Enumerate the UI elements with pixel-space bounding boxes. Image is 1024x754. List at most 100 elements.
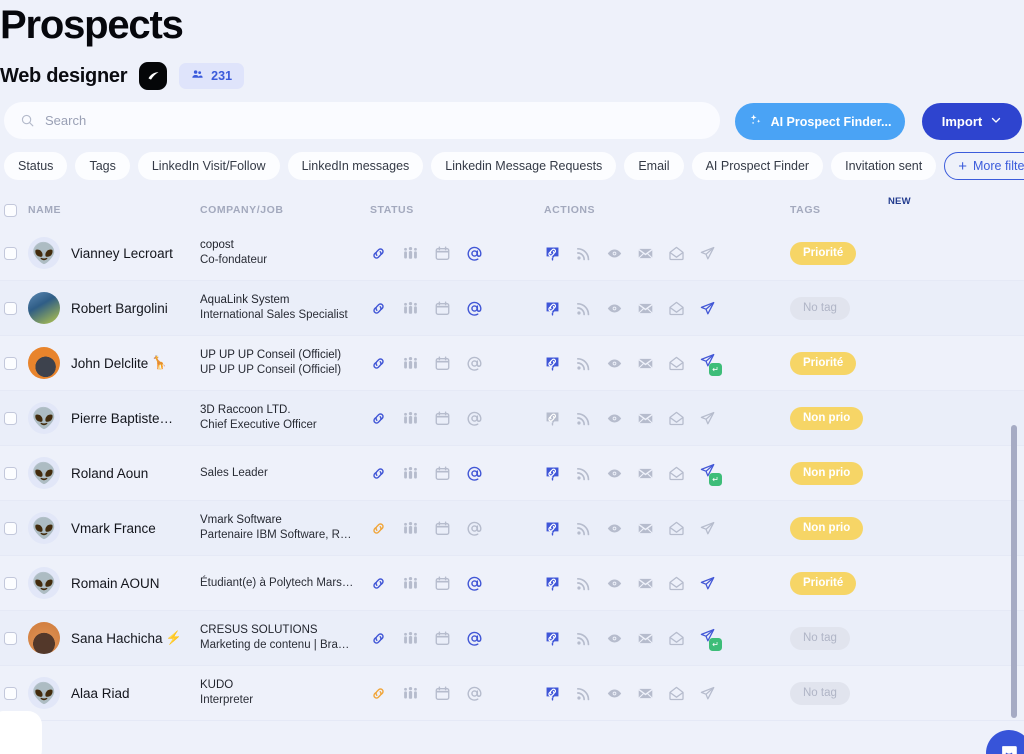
table-scrollbar-thumb[interactable] (1011, 425, 1017, 718)
connections-icon[interactable] (402, 520, 419, 537)
table-row[interactable]: 👽 Romain AOUN Étudiant(e) à Polytech Mar… (0, 556, 1024, 611)
row-checkbox[interactable] (4, 576, 17, 590)
send-email-icon[interactable] (637, 575, 654, 592)
email-at-icon[interactable] (466, 685, 483, 702)
filter-chip-ai-prospect-finder[interactable]: AI Prospect Finder (691, 152, 824, 180)
send-email-icon[interactable] (637, 630, 654, 647)
send-message-icon[interactable] (699, 575, 716, 592)
table-row[interactable]: 👽 Roland Aoun Sales Leader ↵ Non prio (0, 446, 1024, 501)
profile-link-icon[interactable] (370, 685, 387, 702)
table-row[interactable]: 👽 Vmark France Vmark Software Partenaire … (0, 501, 1024, 556)
open-email-icon[interactable] (668, 685, 685, 702)
profile-link-icon[interactable] (370, 410, 387, 427)
rss-follow-icon[interactable] (575, 685, 592, 702)
send-icon-wrapper[interactable]: ↵ (699, 627, 722, 651)
visit-eye-icon[interactable] (606, 520, 623, 537)
send-message-icon[interactable]: ↵ (699, 462, 722, 486)
avatar[interactable] (28, 347, 60, 379)
table-row[interactable]: 👽 Vianney Lecroart copost Co-fondateur P… (0, 226, 1024, 281)
email-at-icon[interactable] (466, 630, 483, 647)
row-checkbox[interactable] (4, 686, 17, 700)
linkedin-note-icon[interactable] (544, 630, 561, 647)
avatar[interactable]: 👽 (28, 512, 60, 544)
rss-follow-icon[interactable] (575, 575, 592, 592)
row-checkbox[interactable] (4, 411, 17, 425)
tag-badge[interactable]: Non prio (790, 406, 864, 430)
visit-eye-icon[interactable] (606, 355, 623, 372)
visit-eye-icon[interactable] (606, 300, 623, 317)
tag-badge[interactable]: No tag (790, 626, 850, 650)
linkedin-note-icon[interactable] (544, 520, 561, 537)
filter-chip-tags[interactable]: Tags (75, 152, 130, 180)
connections-icon[interactable] (402, 465, 419, 482)
search-input[interactable]: Search (4, 102, 720, 139)
linkedin-note-icon[interactable] (544, 465, 561, 482)
app-logo-icon[interactable] (139, 62, 168, 90)
send-message-icon[interactable] (699, 520, 716, 537)
email-at-icon[interactable] (466, 575, 483, 592)
send-message-icon[interactable]: ↵ (699, 352, 722, 376)
rss-follow-icon[interactable] (575, 520, 592, 537)
row-checkbox[interactable] (4, 246, 17, 260)
tag-badge[interactable]: Non prio (790, 461, 864, 485)
tag-badge[interactable]: No tag (790, 296, 850, 320)
calendar-icon[interactable] (434, 630, 451, 647)
open-email-icon[interactable] (668, 245, 685, 262)
calendar-icon[interactable] (434, 245, 451, 262)
visit-eye-icon[interactable] (606, 630, 623, 647)
open-email-icon[interactable] (668, 575, 685, 592)
more-filters-button[interactable]: + More filters (944, 152, 1024, 180)
filter-chip-linkedin-message-requests[interactable]: Linkedin Message Requests (431, 152, 617, 180)
visit-eye-icon[interactable] (606, 685, 623, 702)
calendar-icon[interactable] (434, 300, 451, 317)
linkedin-note-icon[interactable] (544, 300, 561, 317)
rss-follow-icon[interactable] (575, 300, 592, 317)
row-checkbox[interactable] (4, 521, 17, 535)
calendar-icon[interactable] (434, 520, 451, 537)
row-checkbox[interactable] (4, 466, 17, 480)
send-message-icon[interactable]: ↵ (699, 627, 722, 651)
send-email-icon[interactable] (637, 520, 654, 537)
linkedin-note-icon[interactable] (544, 685, 561, 702)
visit-eye-icon[interactable] (606, 410, 623, 427)
rss-follow-icon[interactable] (575, 245, 592, 262)
tag-badge[interactable]: Priorité (790, 351, 857, 375)
send-icon-wrapper[interactable]: ↵ (699, 352, 722, 376)
row-checkbox[interactable] (4, 356, 17, 370)
rss-follow-icon[interactable] (575, 410, 592, 427)
import-button[interactable]: Import (922, 103, 1022, 140)
linkedin-note-icon[interactable] (544, 245, 561, 262)
filter-chip-linkedin-visit-follow[interactable]: LinkedIn Visit/Follow (137, 152, 280, 180)
send-message-icon[interactable] (699, 300, 716, 317)
calendar-icon[interactable] (434, 685, 451, 702)
profile-link-icon[interactable] (370, 245, 387, 262)
open-email-icon[interactable] (668, 410, 685, 427)
calendar-icon[interactable] (434, 575, 451, 592)
open-email-icon[interactable] (668, 355, 685, 372)
open-email-icon[interactable] (668, 465, 685, 482)
select-all-checkbox[interactable] (4, 203, 17, 217)
row-checkbox[interactable] (4, 631, 17, 645)
filter-chip-invitation-sent[interactable]: Invitation sent (831, 152, 937, 180)
tag-badge[interactable]: Non prio (790, 516, 864, 540)
email-at-icon[interactable] (466, 300, 483, 317)
open-email-icon[interactable] (668, 300, 685, 317)
connections-icon[interactable] (402, 630, 419, 647)
visit-eye-icon[interactable] (606, 245, 623, 262)
connections-icon[interactable] (402, 410, 419, 427)
linkedin-note-icon[interactable] (544, 575, 561, 592)
email-at-icon[interactable] (466, 520, 483, 537)
rss-follow-icon[interactable] (575, 355, 592, 372)
profile-link-icon[interactable] (370, 300, 387, 317)
open-email-icon[interactable] (668, 630, 685, 647)
send-email-icon[interactable] (637, 465, 654, 482)
table-row[interactable]: Sana Hachicha ⚡ CRESUS SOLUTIONS Marketing… (0, 611, 1024, 666)
linkedin-note-icon[interactable] (544, 355, 561, 372)
profile-link-icon[interactable] (370, 465, 387, 482)
avatar[interactable] (28, 622, 60, 654)
send-email-icon[interactable] (637, 245, 654, 262)
rss-follow-icon[interactable] (575, 630, 592, 647)
send-email-icon[interactable] (637, 300, 654, 317)
open-email-icon[interactable] (668, 520, 685, 537)
profile-link-icon[interactable] (370, 355, 387, 372)
